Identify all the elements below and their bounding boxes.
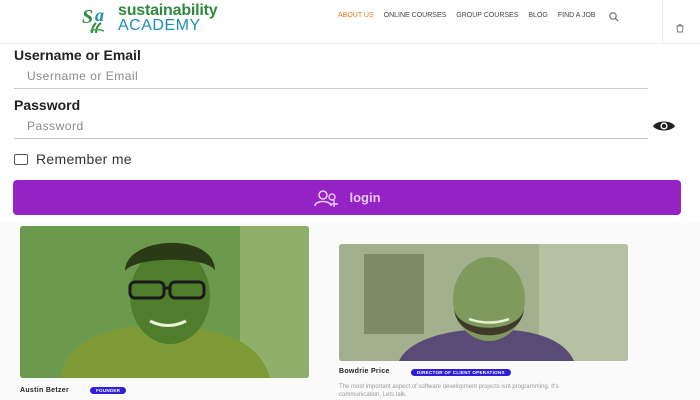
main-nav: ABOUT US ONLINE COURSES GROUP COURSES BL… [338,12,606,19]
portrait-image-1 [20,226,309,378]
nav-group-courses[interactable]: GROUP COURSES [456,12,518,19]
password-label: Password [14,97,81,113]
team-role-austin: FOUNDER [90,387,127,394]
login-button[interactable]: login [13,180,681,215]
username-label: Username or Email [14,47,141,63]
team-bio-bowdrie: The most important aspect of software de… [339,384,559,398]
portrait-image-2 [339,244,628,361]
logo-mark-icon: S a [82,5,105,33]
login-label: login [349,190,381,205]
team-name-bowdrie: Bowdrie Price [339,368,390,375]
nav-about-us[interactable]: ABOUT US [338,12,374,19]
username-input[interactable] [14,63,648,89]
svg-text:S: S [82,6,93,28]
page: S a sustainability ACADEMY ABOUT US ONLI… [0,0,700,400]
nav-blog[interactable]: BLOG [528,12,547,19]
remember-me[interactable]: Remember me [14,151,132,167]
team-photo-austin [20,226,309,378]
site-logo[interactable]: S a sustainability ACADEMY [82,2,218,34]
team-role-bowdrie: DIRECTOR OF CLIENT OPERATIONS [411,369,511,376]
eye-icon[interactable] [652,119,676,133]
logo-line-2: ACADEMY [118,16,201,34]
nav-online-courses[interactable]: ONLINE COURSES [384,12,447,19]
search-icon[interactable] [608,11,620,23]
remember-checkbox[interactable] [14,153,28,165]
password-input[interactable] [14,113,648,139]
header-divider [662,0,663,44]
nav-find-a-job[interactable]: FIND A JOB [558,12,596,19]
remember-label: Remember me [36,151,132,167]
cart-icon[interactable] [675,23,685,33]
users-icon [314,189,339,207]
team-name-austin: Austin Betzer [20,387,70,394]
site-header: S a sustainability ACADEMY ABOUT US ONLI… [0,0,700,44]
svg-text:a: a [95,5,104,25]
team-photo-bowdrie [339,244,628,361]
